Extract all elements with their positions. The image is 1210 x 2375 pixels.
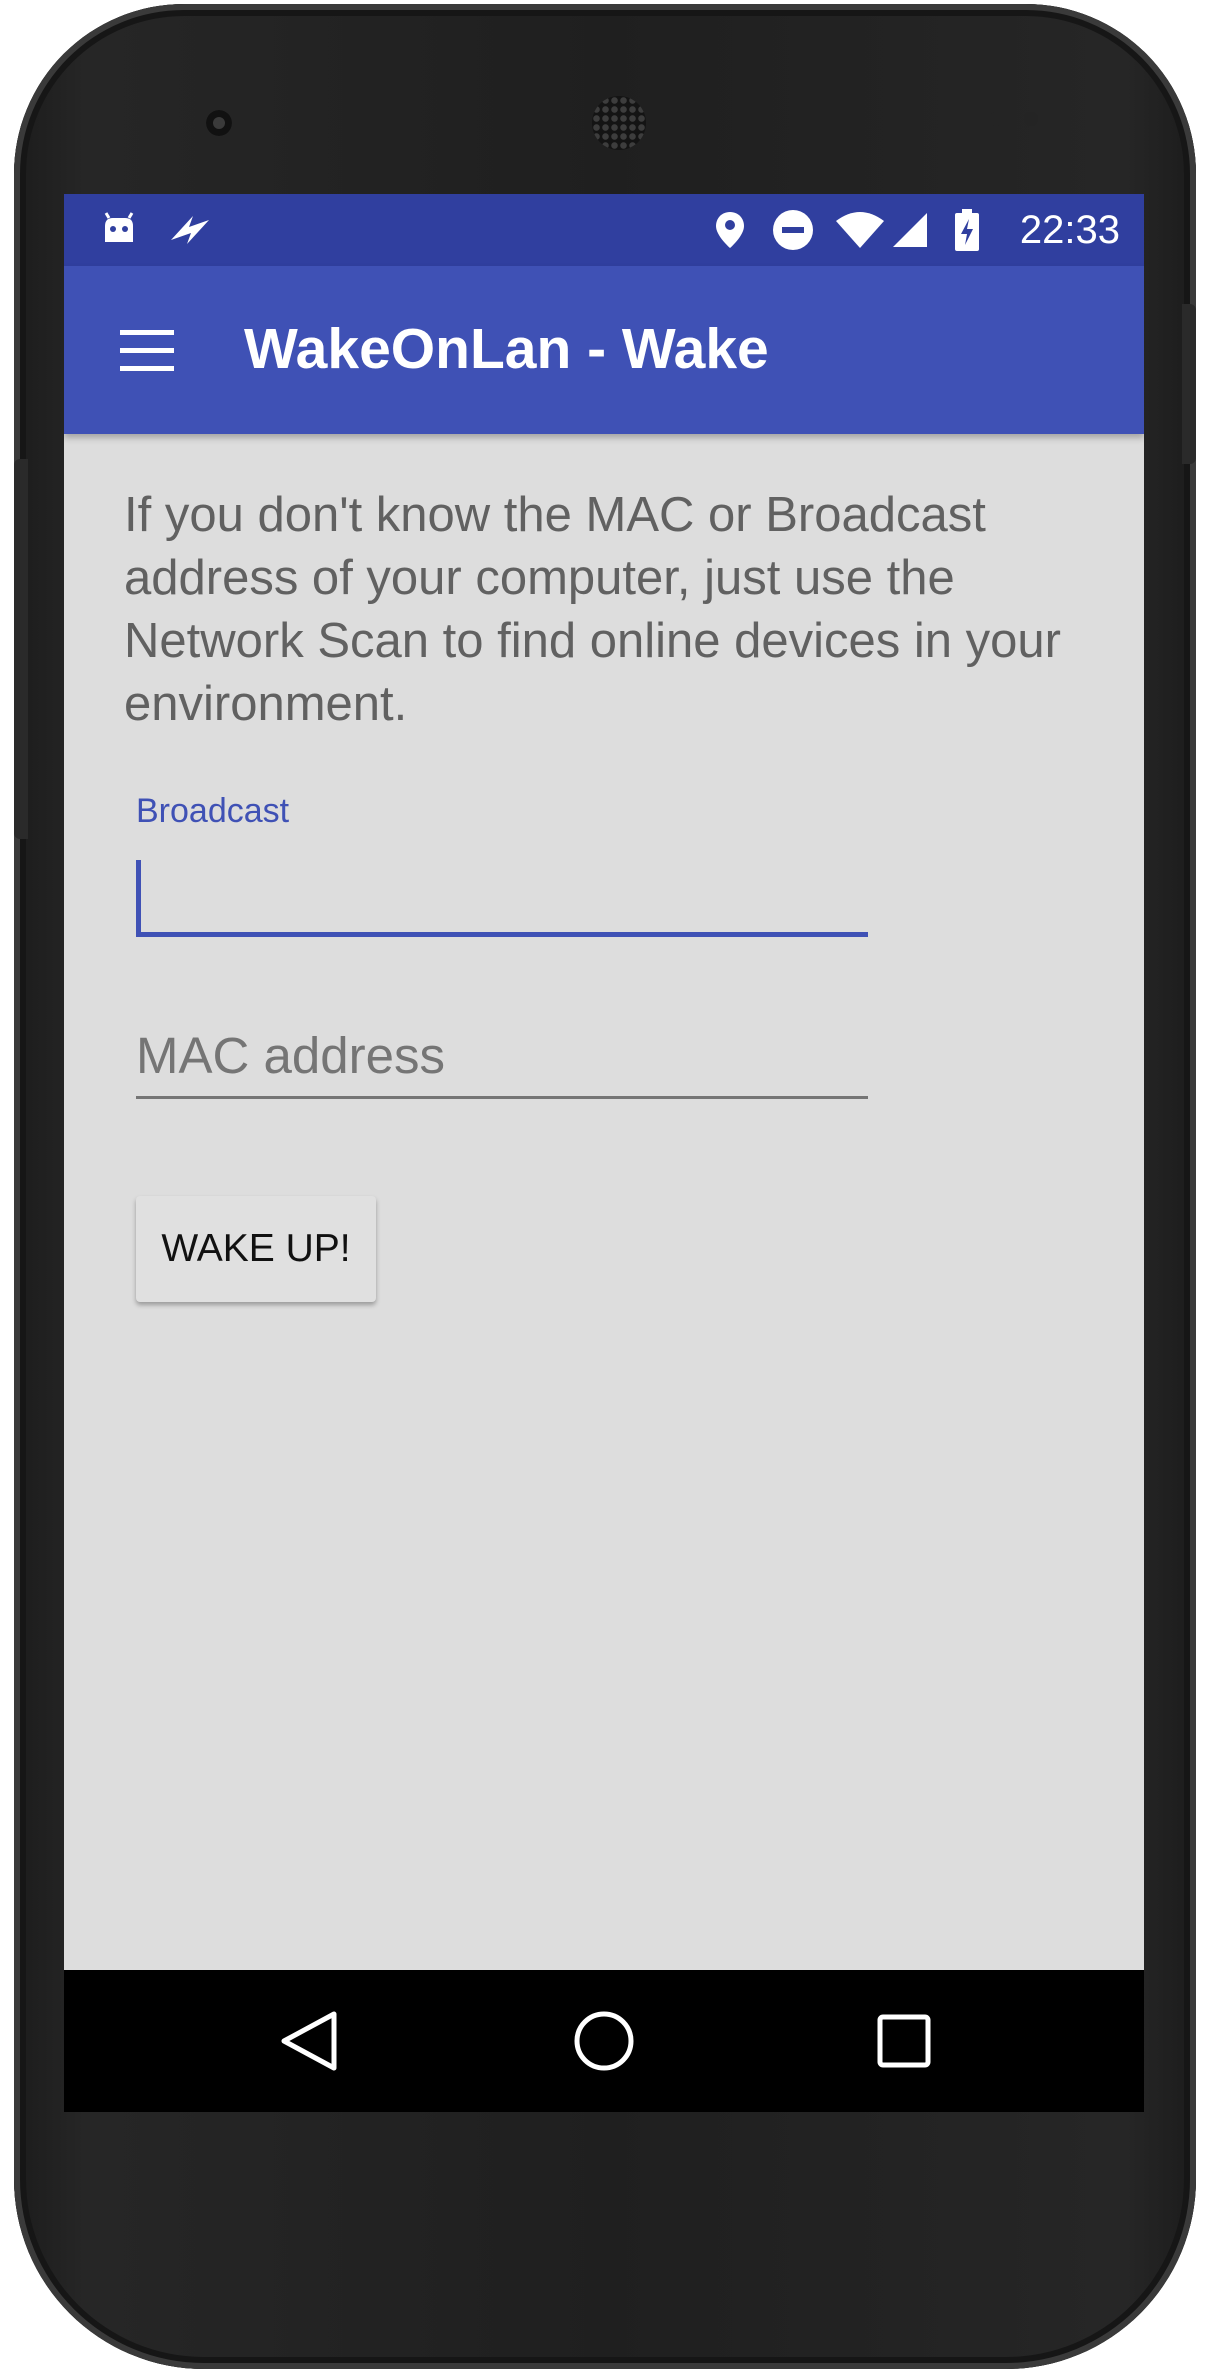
hamburger-menu-icon[interactable] <box>116 320 176 380</box>
broadcast-input[interactable] <box>136 844 868 937</box>
cell-signal-icon <box>890 210 930 250</box>
front-camera <box>206 110 232 136</box>
location-icon <box>712 210 748 250</box>
power-button <box>1182 304 1196 464</box>
battery-charging-icon <box>952 209 982 251</box>
mac-address-input[interactable]: MAC address <box>136 1014 868 1099</box>
page-title: WakeOnLan - Wake <box>244 317 769 381</box>
flash-icon <box>168 210 212 250</box>
earpiece-speaker <box>592 96 646 150</box>
wifi-icon <box>834 210 886 250</box>
screen: 22:33 WakeOnLan - Wake If you don't know… <box>64 194 1144 2112</box>
app-bar: WakeOnLan - Wake <box>64 266 1144 434</box>
recents-icon[interactable] <box>869 2006 939 2076</box>
text-cursor <box>136 860 141 932</box>
navigation-bar <box>64 1970 1144 2112</box>
android-debug-icon <box>98 210 140 250</box>
mac-address-placeholder: MAC address <box>136 1027 445 1084</box>
do-not-disturb-icon <box>770 210 816 250</box>
volume-button <box>14 459 28 839</box>
main-content: If you don't know the MAC or Broadcast a… <box>64 434 1144 1920</box>
light-sensor <box>1024 112 1038 126</box>
proximity-sensor <box>989 112 1003 126</box>
info-text: If you don't know the MAC or Broadcast a… <box>124 488 1061 731</box>
wake-up-button[interactable]: WAKE UP! <box>136 1196 376 1302</box>
broadcast-label: Broadcast <box>136 792 290 830</box>
back-icon[interactable] <box>274 2006 344 2076</box>
status-bar: 22:33 <box>64 194 1144 266</box>
status-time: 22:33 <box>1019 208 1120 252</box>
home-icon[interactable] <box>569 2006 639 2076</box>
